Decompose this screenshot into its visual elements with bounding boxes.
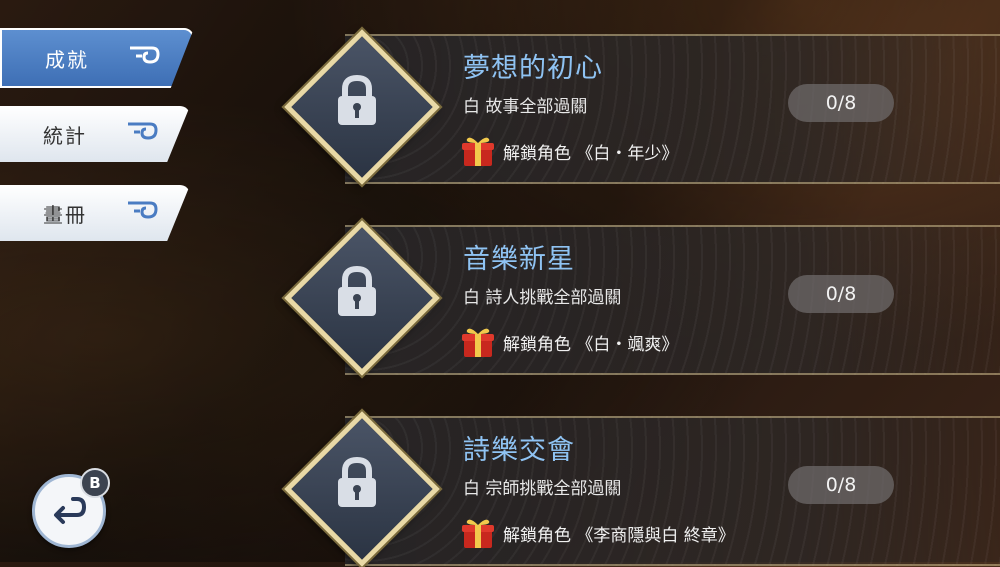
- achievement-description: 白 宗師挑戰全部過關: [463, 479, 622, 499]
- cloud-swirl-icon: [130, 46, 160, 64]
- achievement-progress: 0/8: [788, 466, 894, 504]
- achievement-reward: 解鎖角色 《李商隱與白 終章》: [461, 516, 735, 550]
- tab-gallery-label: 畫冊: [43, 202, 87, 227]
- achievement-badge: [284, 411, 440, 567]
- achievement-title: 詩樂交會: [463, 435, 575, 466]
- achievement-progress: 0/8: [788, 275, 894, 313]
- tab-statistics-label: 統計: [43, 123, 87, 148]
- achievement-description: 白 故事全部過關: [463, 97, 588, 117]
- tab-achievements[interactable]: 成就: [0, 28, 194, 88]
- achievement-reward-text: 解鎖角色 《白・年少》: [503, 143, 679, 164]
- achievement-row[interactable]: 夢想的初心 白 故事全部過關 解鎖角色 《白・年少》 0/8: [284, 29, 1000, 185]
- achievement-description: 白 詩人挑戰全部過關: [463, 288, 622, 308]
- achievement-reward: 解鎖角色 《白・颯爽》: [461, 325, 678, 359]
- achievement-row[interactable]: 詩樂交會 白 宗師挑戰全部過關 解鎖角色 《李商隱與白 終章》 0/8: [284, 411, 1000, 567]
- achievement-row[interactable]: 音樂新星 白 詩人挑戰全部過關 解鎖角色 《白・颯爽》 0/8: [284, 220, 1000, 376]
- gift-box-icon: [462, 328, 494, 357]
- achievement-reward: 解鎖角色 《白・年少》: [461, 134, 678, 168]
- gift-box-icon: [462, 137, 494, 166]
- return-arrow-icon: [54, 497, 87, 524]
- lock-icon: [338, 266, 376, 316]
- achievement-badge: [284, 29, 440, 185]
- achievement-reward-text: 解鎖角色 《李商隱與白 終章》: [503, 525, 735, 546]
- lock-icon: [338, 75, 376, 125]
- achievement-title: 夢想的初心: [463, 53, 603, 84]
- achievement-progress: 0/8: [788, 84, 894, 122]
- tab-achievements-label: 成就: [45, 47, 89, 72]
- cloud-swirl-icon: [128, 201, 158, 219]
- achievement-badge: [284, 220, 440, 376]
- tab-statistics[interactable]: 統計: [0, 106, 190, 162]
- cloud-swirl-icon: [128, 122, 158, 140]
- gift-box-icon: [462, 519, 494, 548]
- tab-gallery[interactable]: 畫冊: [0, 185, 190, 241]
- achievement-title: 音樂新星: [463, 244, 575, 275]
- achievement-reward-text: 解鎖角色 《白・颯爽》: [503, 334, 679, 355]
- lock-icon: [338, 457, 376, 507]
- b-key-badge: B: [80, 468, 110, 498]
